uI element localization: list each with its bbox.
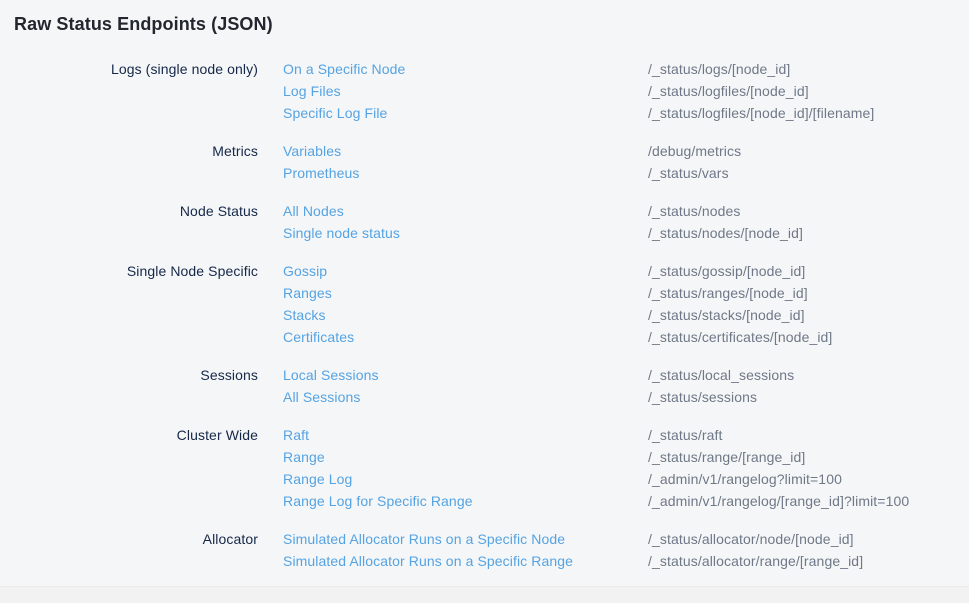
endpoint-link[interactable]: Variables	[283, 140, 648, 162]
endpoint-row: All Sessions /_status/sessions	[283, 386, 969, 408]
endpoint-section: Cluster Wide Raft /_status/raft Range /_…	[14, 424, 969, 512]
endpoint-link[interactable]: Simulated Allocator Runs on a Specific R…	[283, 550, 648, 572]
section-rows: Raft /_status/raft Range /_status/range/…	[283, 424, 969, 512]
endpoint-row: Local Sessions /_status/local_sessions	[283, 364, 969, 386]
endpoint-section: Sessions Local Sessions /_status/local_s…	[14, 364, 969, 408]
endpoint-path: /_status/range/[range_id]	[648, 446, 969, 468]
endpoint-row: Range /_status/range/[range_id]	[283, 446, 969, 468]
endpoint-path: /_status/ranges/[node_id]	[648, 282, 969, 304]
section-rows: On a Specific Node /_status/logs/[node_i…	[283, 58, 969, 124]
endpoint-link[interactable]: All Nodes	[283, 200, 648, 222]
endpoint-row: Raft /_status/raft	[283, 424, 969, 446]
endpoint-row: Simulated Allocator Runs on a Specific R…	[283, 550, 969, 572]
endpoint-path: /_status/logfiles/[node_id]/[filename]	[648, 102, 969, 124]
endpoint-row: Range Log for Specific Range /_admin/v1/…	[283, 490, 969, 512]
endpoint-path: /_status/vars	[648, 162, 969, 184]
endpoint-path: /_status/allocator/node/[node_id]	[648, 528, 969, 550]
endpoint-section: Logs (single node only) On a Specific No…	[14, 58, 969, 124]
endpoint-path: /_status/nodes/[node_id]	[648, 222, 969, 244]
endpoint-path: /_admin/v1/rangelog/[range_id]?limit=100	[648, 490, 969, 512]
endpoint-row: Range Log /_admin/v1/rangelog?limit=100	[283, 468, 969, 490]
endpoint-row: Variables /debug/metrics	[283, 140, 969, 162]
endpoint-section: Node Status All Nodes /_status/nodes Sin…	[14, 200, 969, 244]
category-label: Sessions	[14, 364, 258, 408]
category-label: Logs (single node only)	[14, 58, 258, 124]
endpoint-link[interactable]: Ranges	[283, 282, 648, 304]
debug-endpoints-page: Raw Status Endpoints (JSON) Logs (single…	[0, 0, 969, 572]
endpoint-link[interactable]: Local Sessions	[283, 364, 648, 386]
section-rows: Local Sessions /_status/local_sessions A…	[283, 364, 969, 408]
endpoint-path: /_status/sessions	[648, 386, 969, 408]
endpoint-path: /_status/logs/[node_id]	[648, 58, 969, 80]
endpoint-path: /_status/gossip/[node_id]	[648, 260, 969, 282]
page-title: Raw Status Endpoints (JSON)	[14, 13, 969, 35]
endpoint-link[interactable]: Single node status	[283, 222, 648, 244]
section-rows: Simulated Allocator Runs on a Specific N…	[283, 528, 969, 572]
section-rows: All Nodes /_status/nodes Single node sta…	[283, 200, 969, 244]
endpoint-section: Allocator Simulated Allocator Runs on a …	[14, 528, 969, 572]
endpoint-path: /_status/nodes	[648, 200, 969, 222]
endpoint-path: /_status/certificates/[node_id]	[648, 326, 969, 348]
endpoint-path: /_status/logfiles/[node_id]	[648, 80, 969, 102]
endpoint-row: On a Specific Node /_status/logs/[node_i…	[283, 58, 969, 80]
endpoint-link[interactable]: Log Files	[283, 80, 648, 102]
sections: Logs (single node only) On a Specific No…	[14, 58, 969, 572]
category-label: Single Node Specific	[14, 260, 258, 348]
endpoint-section: Single Node Specific Gossip /_status/gos…	[14, 260, 969, 348]
endpoint-link[interactable]: Gossip	[283, 260, 648, 282]
endpoint-link[interactable]: Certificates	[283, 326, 648, 348]
endpoint-link[interactable]: On a Specific Node	[283, 58, 648, 80]
endpoint-link[interactable]: Range	[283, 446, 648, 468]
endpoint-row: Single node status /_status/nodes/[node_…	[283, 222, 969, 244]
endpoint-row: Certificates /_status/certificates/[node…	[283, 326, 969, 348]
endpoint-row: Specific Log File /_status/logfiles/[nod…	[283, 102, 969, 124]
endpoint-link[interactable]: Prometheus	[283, 162, 648, 184]
endpoint-row: All Nodes /_status/nodes	[283, 200, 969, 222]
endpoint-link[interactable]: Range Log	[283, 468, 648, 490]
section-rows: Gossip /_status/gossip/[node_id] Ranges …	[283, 260, 969, 348]
category-label: Metrics	[14, 140, 258, 184]
category-label: Node Status	[14, 200, 258, 244]
category-label: Cluster Wide	[14, 424, 258, 512]
endpoint-link[interactable]: All Sessions	[283, 386, 648, 408]
endpoint-path: /_status/local_sessions	[648, 364, 969, 386]
endpoint-link[interactable]: Simulated Allocator Runs on a Specific N…	[283, 528, 648, 550]
endpoint-link[interactable]: Range Log for Specific Range	[283, 490, 648, 512]
endpoint-row: Prometheus /_status/vars	[283, 162, 969, 184]
endpoint-path: /_status/stacks/[node_id]	[648, 304, 969, 326]
endpoint-path: /_admin/v1/rangelog?limit=100	[648, 468, 969, 490]
section-rows: Variables /debug/metrics Prometheus /_st…	[283, 140, 969, 184]
endpoint-path: /_status/raft	[648, 424, 969, 446]
endpoint-link[interactable]: Stacks	[283, 304, 648, 326]
endpoint-section: Metrics Variables /debug/metrics Prometh…	[14, 140, 969, 184]
endpoint-path: /_status/allocator/range/[range_id]	[648, 550, 969, 572]
endpoint-path: /debug/metrics	[648, 140, 969, 162]
endpoint-link[interactable]: Raft	[283, 424, 648, 446]
endpoint-row: Log Files /_status/logfiles/[node_id]	[283, 80, 969, 102]
endpoint-row: Ranges /_status/ranges/[node_id]	[283, 282, 969, 304]
endpoint-link[interactable]: Specific Log File	[283, 102, 648, 124]
endpoint-row: Simulated Allocator Runs on a Specific N…	[283, 528, 969, 550]
endpoint-row: Stacks /_status/stacks/[node_id]	[283, 304, 969, 326]
category-label: Allocator	[14, 528, 258, 572]
page-bottom-strip	[0, 586, 969, 603]
endpoint-row: Gossip /_status/gossip/[node_id]	[283, 260, 969, 282]
